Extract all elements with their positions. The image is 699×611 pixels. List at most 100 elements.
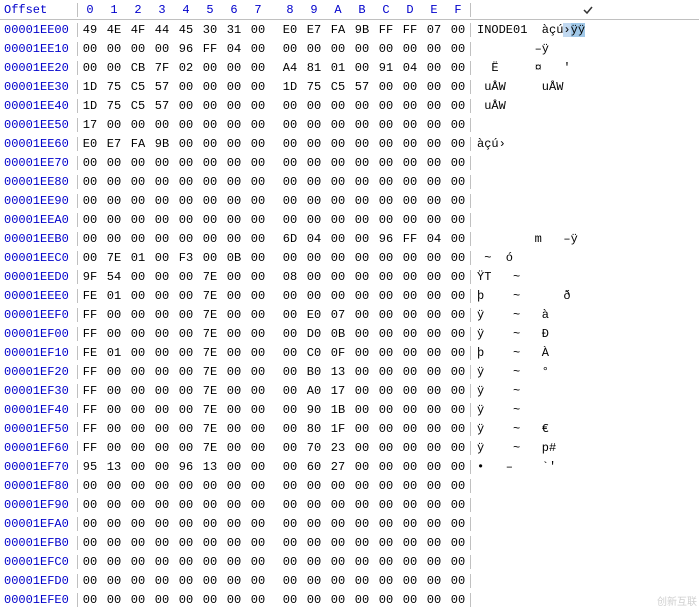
data-row[interactable]: 00001EFD00000000000000000000000000000000… — [0, 571, 699, 590]
hex-cell[interactable]: 00 — [78, 213, 102, 227]
hex-cell[interactable]: 00 — [350, 365, 374, 379]
hex-cell[interactable]: 00 — [350, 42, 374, 56]
hex-cell[interactable]: 00 — [446, 308, 470, 322]
hex-cell[interactable]: 00 — [102, 194, 126, 208]
data-row[interactable]: 00001EF60FF000000007E0000007023000000000… — [0, 438, 699, 457]
hex-cell[interactable]: 17 — [326, 384, 350, 398]
offset-cell[interactable]: 00001EF30 — [0, 384, 78, 398]
hex-cell[interactable]: 0F — [326, 346, 350, 360]
hex-cell[interactable]: 00 — [102, 536, 126, 550]
hex-cell[interactable]: 00 — [150, 327, 174, 341]
offset-cell[interactable]: 00001EF00 — [0, 327, 78, 341]
hex-cell[interactable]: 00 — [174, 213, 198, 227]
hex-cell[interactable]: 00 — [222, 403, 246, 417]
hex-cell[interactable]: 60 — [302, 460, 326, 474]
hex-cell[interactable]: FE — [78, 346, 102, 360]
hex-cell[interactable]: 00 — [350, 384, 374, 398]
hex-cell[interactable]: 00 — [350, 422, 374, 436]
hex-cell[interactable]: 00 — [222, 289, 246, 303]
data-row[interactable]: 00001EFB00000000000000000000000000000000… — [0, 533, 699, 552]
hex-cell[interactable]: 00 — [302, 289, 326, 303]
hex-cell[interactable]: 00 — [446, 498, 470, 512]
offset-cell[interactable]: 00001EE10 — [0, 42, 78, 56]
hex-cell[interactable]: 00 — [278, 251, 302, 265]
hex-cell[interactable]: 00 — [150, 555, 174, 569]
hex-cell[interactable]: 7E — [198, 365, 222, 379]
hex-cell[interactable]: 01 — [102, 346, 126, 360]
col-header[interactable]: 3 — [150, 3, 174, 17]
hex-cell[interactable]: 00 — [350, 460, 374, 474]
hex-cell[interactable]: 00 — [78, 156, 102, 170]
ascii-cell[interactable]: • – `' — [470, 460, 699, 474]
hex-cell[interactable]: 00 — [302, 251, 326, 265]
hex-cell[interactable]: 00 — [350, 593, 374, 607]
hex-cell[interactable]: 00 — [398, 555, 422, 569]
ascii-cell[interactable] — [470, 156, 699, 170]
hex-cell[interactable]: 00 — [278, 384, 302, 398]
data-row[interactable]: 00001EEB000000000000000006D04000096FF040… — [0, 229, 699, 248]
hex-cell[interactable]: 08 — [278, 270, 302, 284]
hex-cell[interactable]: 00 — [446, 232, 470, 246]
hex-cell[interactable]: 00 — [374, 194, 398, 208]
data-row[interactable]: 00001EF00FF000000007E000000D00B000000000… — [0, 324, 699, 343]
data-row[interactable]: 00001EEA00000000000000000000000000000000… — [0, 210, 699, 229]
ascii-cell[interactable]: ŸT ~ — [470, 270, 699, 284]
offset-cell[interactable]: 00001EE60 — [0, 137, 78, 151]
hex-cell[interactable]: 1D — [78, 99, 102, 113]
hex-cell[interactable]: FF — [78, 403, 102, 417]
hex-cell[interactable]: 00 — [446, 194, 470, 208]
hex-cell[interactable]: 13 — [326, 365, 350, 379]
hex-cell[interactable]: 00 — [174, 441, 198, 455]
hex-cell[interactable]: 00 — [78, 61, 102, 75]
hex-cell[interactable]: 7E — [198, 422, 222, 436]
hex-cell[interactable]: 00 — [374, 403, 398, 417]
ascii-cell[interactable]: ÿ ~ € — [470, 422, 699, 436]
hex-cell[interactable]: 00 — [326, 175, 350, 189]
hex-cell[interactable]: 00 — [222, 593, 246, 607]
hex-cell[interactable]: 00 — [102, 574, 126, 588]
ascii-cell[interactable] — [470, 498, 699, 512]
data-row[interactable]: 00001EEE0FE010000007E0000000000000000000… — [0, 286, 699, 305]
hex-cell[interactable]: 00 — [78, 536, 102, 550]
hex-cell[interactable]: 00 — [126, 42, 150, 56]
hex-cell[interactable]: 00 — [222, 479, 246, 493]
hex-cell[interactable]: 00 — [126, 213, 150, 227]
hex-cell[interactable]: 00 — [102, 422, 126, 436]
hex-cell[interactable]: 00 — [126, 403, 150, 417]
hex-cell[interactable]: 00 — [374, 441, 398, 455]
hex-cell[interactable]: 00 — [150, 251, 174, 265]
hex-cell[interactable]: 00 — [246, 156, 270, 170]
hex-cell[interactable]: 00 — [278, 422, 302, 436]
data-row[interactable]: 00001EE501700000000000000000000000000000… — [0, 115, 699, 134]
data-row[interactable]: 00001EF709513000096130000006027000000000… — [0, 457, 699, 476]
hex-cell[interactable]: 00 — [302, 194, 326, 208]
hex-cell[interactable]: 00 — [222, 346, 246, 360]
hex-cell[interactable]: 00 — [350, 137, 374, 151]
hex-cell[interactable]: 00 — [246, 517, 270, 531]
ascii-cell[interactable] — [470, 536, 699, 550]
col-header[interactable]: B — [350, 3, 374, 17]
hex-cell[interactable]: 00 — [198, 574, 222, 588]
hex-cell[interactable]: 00 — [246, 498, 270, 512]
hex-cell[interactable]: 00 — [374, 346, 398, 360]
hex-cell[interactable]: 00 — [78, 574, 102, 588]
hex-cell[interactable]: 00 — [150, 498, 174, 512]
offset-cell[interactable]: 00001EF20 — [0, 365, 78, 379]
hex-cell[interactable]: 00 — [198, 555, 222, 569]
ascii-cell[interactable]: þ ~ À — [470, 346, 699, 360]
hex-cell[interactable]: 00 — [150, 422, 174, 436]
hex-cell[interactable]: F3 — [174, 251, 198, 265]
hex-cell[interactable]: 00 — [278, 327, 302, 341]
hex-cell[interactable]: 00 — [246, 460, 270, 474]
col-header[interactable]: D — [398, 3, 422, 17]
hex-cell[interactable]: 00 — [446, 441, 470, 455]
hex-cell[interactable]: 00 — [222, 213, 246, 227]
hex-cell[interactable]: 00 — [446, 365, 470, 379]
hex-cell[interactable]: 00 — [350, 270, 374, 284]
hex-cell[interactable]: 00 — [246, 441, 270, 455]
hex-cell[interactable]: 00 — [174, 99, 198, 113]
ascii-cell[interactable]: m –ÿ — [470, 232, 699, 246]
hex-cell[interactable]: 00 — [198, 232, 222, 246]
hex-cell[interactable]: 00 — [222, 460, 246, 474]
hex-cell[interactable]: 00 — [126, 517, 150, 531]
